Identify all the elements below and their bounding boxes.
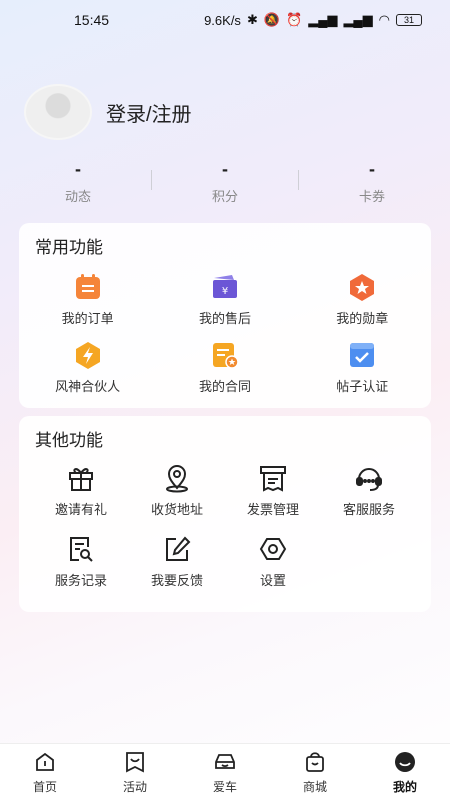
item-label: 邀请有礼 [54, 502, 107, 517]
status-time: 15:45 [74, 12, 110, 28]
location-icon [166, 465, 188, 493]
tab-label: 商城 [302, 780, 327, 794]
stat-posts[interactable]: - 动态 [48, 160, 108, 205]
contract-icon [212, 343, 239, 369]
stat-value: - [222, 159, 228, 179]
order-icon [75, 274, 100, 299]
section-title: 其他功能 [35, 431, 103, 450]
item-label: 发票管理 [246, 502, 299, 517]
item-label: 客服服务 [342, 502, 395, 517]
signal-icon: ▂▄▆ [308, 12, 338, 27]
settings-icon [259, 538, 287, 560]
service-record-icon [70, 537, 93, 562]
profile-header[interactable]: 登录/注册 [24, 84, 192, 140]
home-icon [36, 752, 54, 771]
partner-item[interactable]: 风神合伙人 [19, 340, 156, 408]
feedback-item[interactable]: 我要反馈 [129, 534, 225, 605]
tab-mine[interactable]: 我的 [360, 744, 450, 800]
other-functions-card: 其他功能 邀请有礼 收货地址 发票管理 客服服务 服务记录 我要反馈 设置 [19, 416, 431, 612]
post-certify-icon [350, 343, 375, 367]
battery-icon: 31 [396, 14, 422, 26]
stat-label: 积分 [211, 189, 238, 204]
tab-label: 首页 [32, 780, 57, 794]
headset-icon [356, 468, 382, 491]
stat-value: - [369, 159, 375, 179]
item-label: 风神合伙人 [55, 379, 121, 394]
car-icon [215, 754, 235, 769]
item-label: 我的售后 [198, 311, 251, 326]
activity-icon [126, 752, 144, 773]
settings-item[interactable]: 设置 [225, 534, 321, 605]
shopping-bag-icon [306, 752, 324, 772]
item-label: 我要反馈 [150, 573, 203, 588]
item-label: 我的勋章 [336, 311, 389, 326]
status-icons: 9.6K/s ✱ 🔕 ⏰ ▂▄▆ ▂▄▆ ◠ 31 [204, 12, 422, 28]
tab-car[interactable]: 爱车 [180, 744, 270, 800]
mute-icon: 🔕 [263, 12, 281, 27]
section-title: 常用功能 [35, 238, 103, 257]
medal-icon [350, 274, 375, 301]
login-register-link[interactable]: 登录/注册 [106, 98, 192, 127]
stat-divider [151, 170, 152, 190]
avatar[interactable] [24, 84, 92, 140]
after-sales-icon: ¥ [212, 275, 237, 298]
feedback-icon [166, 536, 191, 561]
tab-mall[interactable]: 商城 [270, 744, 360, 800]
signal-icon-2: ▂▄▆ [343, 12, 373, 27]
service-record-item[interactable]: 服务记录 [33, 534, 129, 605]
common-functions-card: 常用功能 我的订单 ¥ 我的售后 我的勋章 风神合伙人 我的合同 帖子认证 [19, 223, 431, 408]
post-certify-item[interactable]: 帖子认证 [294, 340, 431, 408]
bluetooth-icon: ✱ [246, 12, 258, 27]
item-label: 我的合同 [198, 379, 251, 394]
item-label: 服务记录 [54, 573, 107, 588]
status-bar: 15:45 9.6K/s ✱ 🔕 ⏰ ▂▄▆ ▂▄▆ ◠ 31 [0, 0, 450, 40]
tab-home[interactable]: 首页 [0, 744, 90, 800]
item-label: 帖子认证 [336, 379, 389, 394]
item-label: 设置 [259, 573, 286, 588]
stat-divider [298, 170, 299, 190]
stat-label: 动态 [64, 189, 91, 204]
tab-activity[interactable]: 活动 [90, 744, 180, 800]
shipping-address-item[interactable]: 收货地址 [129, 463, 225, 534]
gift-icon [69, 468, 93, 491]
stat-points[interactable]: - 积分 [195, 160, 255, 205]
svg-text:¥: ¥ [222, 286, 228, 297]
customer-service-item[interactable]: 客服服务 [321, 463, 417, 534]
my-after-sales-item[interactable]: ¥ 我的售后 [156, 272, 293, 340]
invoice-management-item[interactable]: 发票管理 [225, 463, 321, 534]
tab-label: 活动 [122, 780, 147, 794]
stat-coupons[interactable]: - 卡券 [342, 160, 402, 205]
item-label: 收货地址 [150, 502, 203, 517]
my-contract-item[interactable]: 我的合同 [156, 340, 293, 408]
bottom-tab-bar: 首页 活动 爱车 商城 我的 [0, 743, 450, 800]
tab-label: 我的 [392, 780, 417, 794]
alarm-icon: ⏰ [286, 12, 303, 27]
my-medals-item[interactable]: 我的勋章 [294, 272, 431, 340]
item-label: 我的订单 [61, 311, 114, 326]
stat-value: - [75, 159, 81, 179]
invoice-icon [260, 466, 286, 492]
wifi-icon: ◠ [378, 12, 390, 27]
tab-label: 爱车 [212, 780, 237, 794]
partner-icon [75, 342, 100, 369]
profile-icon [395, 752, 415, 772]
stats-row: - 动态 - 积分 - 卡券 [0, 160, 450, 205]
network-speed: 9.6K/s [204, 12, 241, 28]
invite-gift-item[interactable]: 邀请有礼 [33, 463, 129, 534]
my-orders-item[interactable]: 我的订单 [19, 272, 156, 340]
stat-label: 卡券 [358, 189, 385, 204]
